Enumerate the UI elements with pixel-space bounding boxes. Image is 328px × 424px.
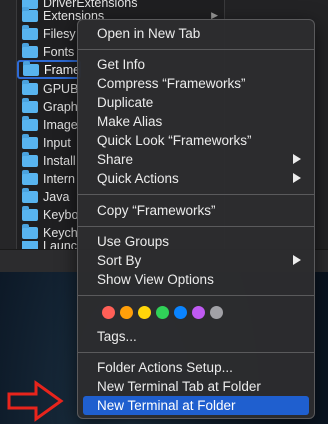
file-name: Frame xyxy=(44,62,81,77)
menu-item-duplicate[interactable]: Duplicate xyxy=(83,93,309,112)
folder-icon xyxy=(22,97,38,113)
tag-color-dot[interactable] xyxy=(156,306,169,319)
menu-item-tags[interactable]: Tags... xyxy=(83,327,309,346)
menu-item-show-view-options[interactable]: Show View Options xyxy=(83,270,309,289)
menu-item-label: Sort By xyxy=(97,253,142,268)
menu-item-open-new-tab[interactable]: Open in New Tab xyxy=(83,24,309,43)
file-name: Java xyxy=(43,189,70,204)
menu-item-label: Tags... xyxy=(97,329,137,344)
folder-icon xyxy=(22,169,38,185)
menu-item-quick-look[interactable]: Quick Look “Frameworks” xyxy=(83,131,309,150)
menu-item-label: Compress “Frameworks” xyxy=(97,76,246,91)
menu-item-label: Share xyxy=(97,152,134,167)
file-name: Keybo xyxy=(43,207,79,222)
tag-color-dot[interactable] xyxy=(102,306,115,319)
desktop: DriverExtensions Extensions ▶ Filesy Fon… xyxy=(0,0,328,424)
folder-icon xyxy=(23,60,39,76)
folder-icon xyxy=(22,151,38,167)
menu-item-new-terminal[interactable]: New Terminal at Folder xyxy=(83,396,309,415)
menu-item-get-info[interactable]: Get Info xyxy=(83,55,309,74)
menu-separator xyxy=(78,49,314,50)
menu-item-make-alias[interactable]: Make Alias xyxy=(83,112,309,131)
menu-item-new-terminal-tab[interactable]: New Terminal Tab at Folder xyxy=(83,377,309,396)
tag-color-dot[interactable] xyxy=(120,306,133,319)
tag-color-picker xyxy=(102,306,223,319)
submenu-arrow-icon xyxy=(293,173,301,183)
file-name: Fonts xyxy=(43,44,75,59)
menu-item-label: Show View Options xyxy=(97,272,214,287)
file-name: Keych xyxy=(43,225,78,240)
menu-item-sort-by[interactable]: Sort By xyxy=(83,251,309,270)
red-arrow-icon xyxy=(7,380,64,422)
menu-item-label: Make Alias xyxy=(97,114,163,129)
folder-icon xyxy=(22,42,38,58)
context-menu: Open in New Tab Get Info Compress “Frame… xyxy=(77,19,315,419)
file-name: Intern xyxy=(43,171,75,186)
menu-item-use-groups[interactable]: Use Groups xyxy=(83,232,309,251)
folder-icon xyxy=(22,133,38,149)
menu-item-label: Duplicate xyxy=(97,95,154,110)
tag-color-dot[interactable] xyxy=(192,306,205,319)
folder-icon xyxy=(22,115,38,131)
menu-item-label: Quick Actions xyxy=(97,171,179,186)
menu-separator xyxy=(78,226,314,227)
menu-separator xyxy=(78,194,314,195)
tag-color-dot[interactable] xyxy=(210,306,223,319)
menu-item-compress[interactable]: Compress “Frameworks” xyxy=(83,74,309,93)
file-name: Filesy xyxy=(43,26,76,41)
menu-item-quick-actions[interactable]: Quick Actions xyxy=(83,169,309,188)
folder-icon xyxy=(22,223,38,239)
menu-item-label: Folder Actions Setup... xyxy=(97,360,233,375)
menu-item-label: Use Groups xyxy=(97,234,170,249)
tag-color-dot[interactable] xyxy=(174,306,187,319)
file-name: GPUB xyxy=(43,81,79,96)
submenu-arrow-icon xyxy=(293,255,301,265)
menu-item-label: Get Info xyxy=(97,57,146,72)
folder-icon xyxy=(22,205,38,221)
menu-separator xyxy=(78,295,314,296)
menu-item-label: Copy “Frameworks” xyxy=(97,203,216,218)
finder-row-selected[interactable]: Frame xyxy=(17,60,81,79)
menu-item-folder-actions-setup[interactable]: Folder Actions Setup... xyxy=(83,358,309,377)
tag-color-dot[interactable] xyxy=(138,306,151,319)
folder-icon xyxy=(22,187,38,203)
menu-item-label: New Terminal at Folder xyxy=(97,398,236,413)
folder-icon xyxy=(22,24,38,40)
file-name: Install xyxy=(43,153,76,168)
menu-item-label: Quick Look “Frameworks” xyxy=(97,133,252,148)
menu-item-label: Open in New Tab xyxy=(97,26,201,41)
file-name: Input xyxy=(43,135,71,150)
file-name: Image xyxy=(43,117,78,132)
menu-item-copy[interactable]: Copy “Frameworks” xyxy=(83,201,309,220)
menu-item-share[interactable]: Share xyxy=(83,150,309,169)
folder-icon xyxy=(22,79,38,95)
finder-left-pane xyxy=(0,0,17,256)
submenu-arrow-icon xyxy=(293,154,301,164)
menu-separator xyxy=(78,352,314,353)
folder-icon xyxy=(22,6,38,22)
menu-item-label: New Terminal Tab at Folder xyxy=(97,379,261,394)
file-name: Graph xyxy=(43,99,78,114)
